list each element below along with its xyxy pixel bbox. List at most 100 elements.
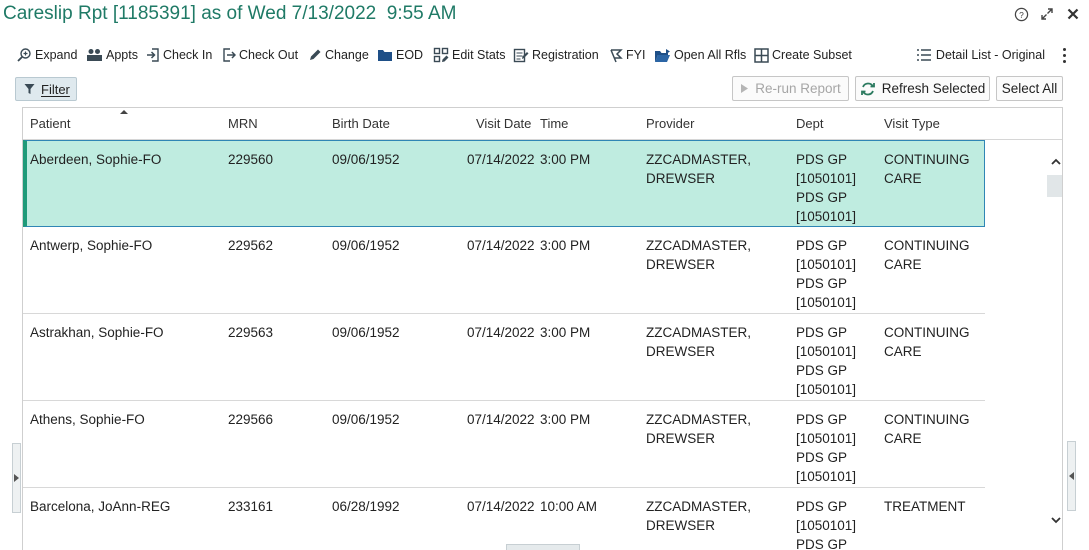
vertical-scrollbar[interactable] bbox=[1047, 140, 1062, 550]
cell-patient: Athens, Sophie-FO bbox=[30, 412, 145, 427]
fyi-button[interactable]: FYI bbox=[609, 44, 645, 66]
people-icon bbox=[87, 49, 102, 61]
cell-visit-type: CONTINUING CARE bbox=[884, 412, 970, 446]
column-header-visit-type[interactable]: Visit Type bbox=[884, 116, 940, 131]
appts-label: Appts bbox=[106, 48, 138, 62]
search-plus-icon bbox=[17, 48, 31, 62]
edit-stats-label: Edit Stats bbox=[452, 48, 506, 62]
eod-label: EOD bbox=[396, 48, 424, 62]
cell-time: 3:00 PM bbox=[540, 412, 591, 427]
select-all-button[interactable]: Select All bbox=[996, 76, 1063, 101]
rerun-report-label: Re-run Report bbox=[755, 81, 841, 96]
cell-time: 10:00 AM bbox=[540, 499, 598, 514]
title-bar: Careslip Rpt [1185391] as of Wed 7/13/20… bbox=[0, 0, 1089, 32]
open-folder-icon bbox=[655, 48, 670, 62]
edit-stats-button[interactable]: Edit Stats bbox=[433, 44, 506, 66]
change-button[interactable]: Change bbox=[308, 44, 369, 66]
cell-time: 3:00 PM bbox=[540, 152, 591, 167]
cell-mrn: 229566 bbox=[228, 412, 274, 427]
cell-visit-type: TREATMENT bbox=[884, 499, 966, 514]
svg-text:?: ? bbox=[1019, 9, 1024, 19]
cell-birth-date: 09/06/1952 bbox=[332, 238, 400, 253]
column-header-provider[interactable]: Provider bbox=[646, 116, 694, 131]
cell-mrn: 233161 bbox=[228, 499, 274, 514]
refresh-selected-button[interactable]: Refresh Selected bbox=[855, 76, 990, 101]
rerun-report-button[interactable]: Re-run Report bbox=[732, 76, 849, 101]
check-out-icon bbox=[223, 48, 236, 62]
scrollbar-thumb[interactable] bbox=[1047, 175, 1062, 197]
column-header-dept[interactable]: Dept bbox=[796, 116, 823, 131]
cell-patient: Astrakhan, Sophie-FO bbox=[30, 325, 164, 340]
cell-provider: ZZCADMASTER, DREWSER bbox=[646, 325, 752, 359]
column-header-time[interactable]: Time bbox=[540, 116, 568, 131]
cell-dept: PDS GP [1050101] PDS GP bbox=[796, 499, 857, 550]
cell-birth-date: 09/06/1952 bbox=[332, 325, 400, 340]
flag-icon bbox=[610, 48, 623, 62]
table-row[interactable]: Astrakhan, Sophie-FO 229563 09/06/1952 0… bbox=[23, 314, 985, 401]
check-in-icon bbox=[147, 48, 159, 62]
scroll-up-icon[interactable] bbox=[1051, 157, 1061, 167]
cell-visit-date: 07/14/2022 bbox=[467, 325, 535, 340]
kebab-menu-icon[interactable] bbox=[1059, 46, 1069, 64]
table-row[interactable]: Antwerp, Sophie-FO 229562 09/06/1952 07/… bbox=[23, 227, 985, 314]
cell-birth-date: 09/06/1952 bbox=[332, 152, 400, 167]
window-title: Careslip Rpt [1185391] as of Wed 7/13/20… bbox=[3, 3, 457, 24]
cell-provider: ZZCADMASTER, DREWSER bbox=[646, 238, 752, 272]
table-row[interactable]: Barcelona, JoAnn-REG 233161 06/28/1992 0… bbox=[23, 488, 985, 550]
fyi-label: FYI bbox=[626, 48, 646, 62]
bottom-panel-toggle[interactable] bbox=[506, 544, 580, 550]
cell-visit-date: 07/14/2022 bbox=[467, 152, 535, 167]
check-in-button[interactable]: Check In bbox=[146, 44, 212, 66]
column-header-birth-date[interactable]: Birth Date bbox=[332, 116, 390, 131]
cell-visit-type: CONTINUING CARE bbox=[884, 238, 970, 272]
cell-dept: PDS GP [1050101] PDS GP [1050101] bbox=[796, 325, 857, 397]
refresh-selected-label: Refresh Selected bbox=[881, 81, 986, 96]
check-in-label: Check In bbox=[163, 48, 213, 62]
cell-patient: Antwerp, Sophie-FO bbox=[30, 238, 153, 253]
cell-visit-date: 07/14/2022 bbox=[467, 412, 535, 427]
edit-stats-icon bbox=[433, 47, 449, 63]
registration-icon bbox=[513, 48, 529, 63]
cell-dept: PDS GP [1050101] PDS GP [1050101] bbox=[796, 238, 857, 310]
create-subset-button[interactable]: Create Subset bbox=[754, 44, 852, 66]
cell-visit-date: 07/14/2022 bbox=[467, 499, 535, 514]
cell-birth-date: 09/06/1952 bbox=[332, 412, 400, 427]
select-all-label: Select All bbox=[1001, 81, 1058, 96]
column-header-visit-date[interactable]: Visit Date bbox=[476, 116, 531, 131]
toolbar: Expand Appts Check In Check Out Change E… bbox=[0, 44, 1089, 66]
cell-mrn: 229563 bbox=[228, 325, 274, 340]
eod-button[interactable]: EOD bbox=[377, 44, 423, 66]
cell-mrn: 229562 bbox=[228, 238, 274, 253]
funnel-icon bbox=[24, 84, 35, 94]
title-icons: ? bbox=[1013, 6, 1081, 22]
change-label: Change bbox=[325, 48, 369, 62]
cell-provider: ZZCADMASTER, DREWSER bbox=[646, 499, 752, 533]
expand-window-icon[interactable] bbox=[1039, 6, 1055, 22]
create-subset-label: Create Subset bbox=[772, 48, 852, 62]
check-out-label: Check Out bbox=[239, 48, 299, 62]
filter-button[interactable]: Filter bbox=[15, 77, 77, 101]
view-selector[interactable]: Detail List - Original bbox=[916, 44, 1045, 66]
cell-mrn: 229560 bbox=[228, 152, 274, 167]
table-row[interactable]: Aberdeen, Sophie-FO 229560 09/06/1952 07… bbox=[23, 140, 985, 227]
close-icon[interactable] bbox=[1065, 6, 1081, 22]
registration-button[interactable]: Registration bbox=[513, 44, 599, 66]
view-selector-label: Detail List - Original bbox=[935, 48, 1045, 62]
scroll-down-icon[interactable] bbox=[1051, 515, 1061, 525]
column-header-patient[interactable]: Patient bbox=[30, 116, 70, 131]
left-panel-toggle[interactable] bbox=[12, 443, 21, 513]
help-icon[interactable]: ? bbox=[1013, 6, 1029, 22]
folder-icon bbox=[378, 50, 392, 61]
cell-dept: PDS GP [1050101] PDS GP [1050101] bbox=[796, 412, 857, 484]
column-header-mrn[interactable]: MRN bbox=[228, 116, 258, 131]
check-out-button[interactable]: Check Out bbox=[222, 44, 298, 66]
cell-patient: Barcelona, JoAnn-REG bbox=[30, 499, 171, 514]
expand-button[interactable]: Expand bbox=[16, 44, 77, 66]
table-row[interactable]: Athens, Sophie-FO 229566 09/06/1952 07/1… bbox=[23, 401, 985, 488]
open-all-rfls-button[interactable]: Open All Rfls bbox=[654, 44, 746, 66]
cell-provider: ZZCADMASTER, DREWSER bbox=[646, 412, 752, 446]
right-panel-toggle[interactable] bbox=[1067, 441, 1076, 511]
appts-button[interactable]: Appts bbox=[86, 44, 138, 66]
cell-patient: Aberdeen, Sophie-FO bbox=[30, 152, 162, 167]
cell-provider: ZZCADMASTER, DREWSER bbox=[646, 152, 752, 186]
